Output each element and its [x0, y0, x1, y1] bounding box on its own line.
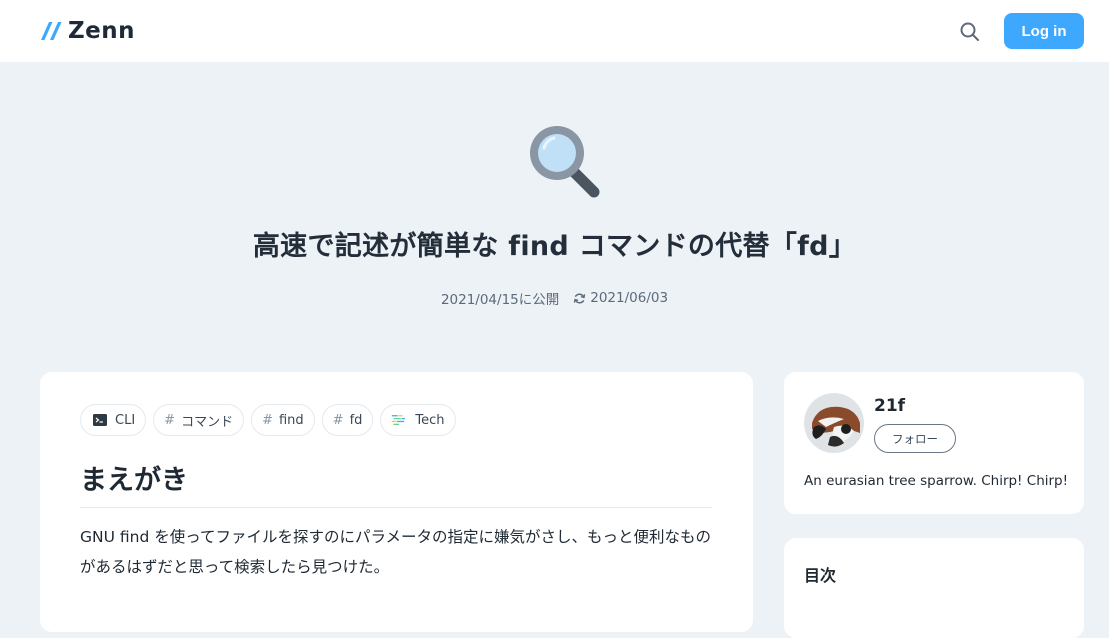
published-date: 2021/04/15に公開	[440, 292, 560, 308]
terminal-icon	[93, 414, 107, 426]
article-meta: 2021/04/15に公開 2021/06/03	[0, 288, 1109, 308]
topic-label: コマンド	[181, 414, 234, 430]
hash-icon: #	[262, 412, 273, 428]
sparrow-avatar-icon	[804, 393, 864, 453]
topic-label: Tech	[415, 412, 445, 428]
topic-tech[interactable]: Tech	[380, 404, 456, 436]
topic-cli[interactable]: CLI	[80, 404, 147, 436]
site-header: Zenn Log in	[0, 0, 1109, 62]
hash-icon: #	[164, 412, 176, 428]
magnifying-glass-icon	[530, 126, 600, 198]
login-button[interactable]: Log in	[1004, 13, 1084, 49]
hash-icon: #	[332, 412, 344, 428]
author-name[interactable]: 21f	[874, 396, 905, 416]
avatar[interactable]	[804, 393, 864, 453]
follow-button[interactable]: フォロー	[874, 424, 956, 453]
zenn-logo-icon	[41, 22, 62, 40]
author-bio: An eurasian tree sparrow. Chirp! Chirp!	[804, 473, 1069, 489]
updated-date: 2021/06/03	[590, 290, 669, 306]
topic-label: CLI	[115, 412, 136, 428]
updated-date-group: 2021/06/03	[573, 290, 668, 306]
article-title: 高速で記述が簡単な find コマンドの代替「fd」	[252, 231, 857, 262]
search-button[interactable]	[958, 20, 982, 44]
tech-icon	[392, 415, 406, 425]
topic-fd[interactable]: # fd	[321, 404, 374, 436]
refresh-icon	[574, 293, 586, 303]
article-paragraph: GNU find を使ってファイルを探すのにパラメータの指定に嫌気がさし、もっと…	[80, 528, 711, 576]
author-profile-card: 21f フォロー An eurasian tree sparrow. Chirp…	[784, 372, 1084, 514]
table-of-contents-card: 目次	[784, 538, 1084, 638]
toc-title: 目次	[804, 566, 837, 585]
logo-text: Zenn	[68, 18, 136, 44]
zenn-logo[interactable]: Zenn	[40, 18, 136, 44]
search-icon	[960, 22, 979, 41]
topic-command[interactable]: # コマンド	[153, 404, 245, 436]
topic-label: find	[278, 412, 304, 428]
topic-find[interactable]: # find	[251, 404, 315, 436]
topic-list: CLI # コマンド # find # fd Tech	[80, 404, 456, 436]
topic-label: fd	[349, 412, 363, 428]
article-content-card: CLI # コマンド # find # fd Tech まえがき GNU fin…	[40, 372, 753, 632]
section-heading: まえがき	[80, 458, 712, 508]
